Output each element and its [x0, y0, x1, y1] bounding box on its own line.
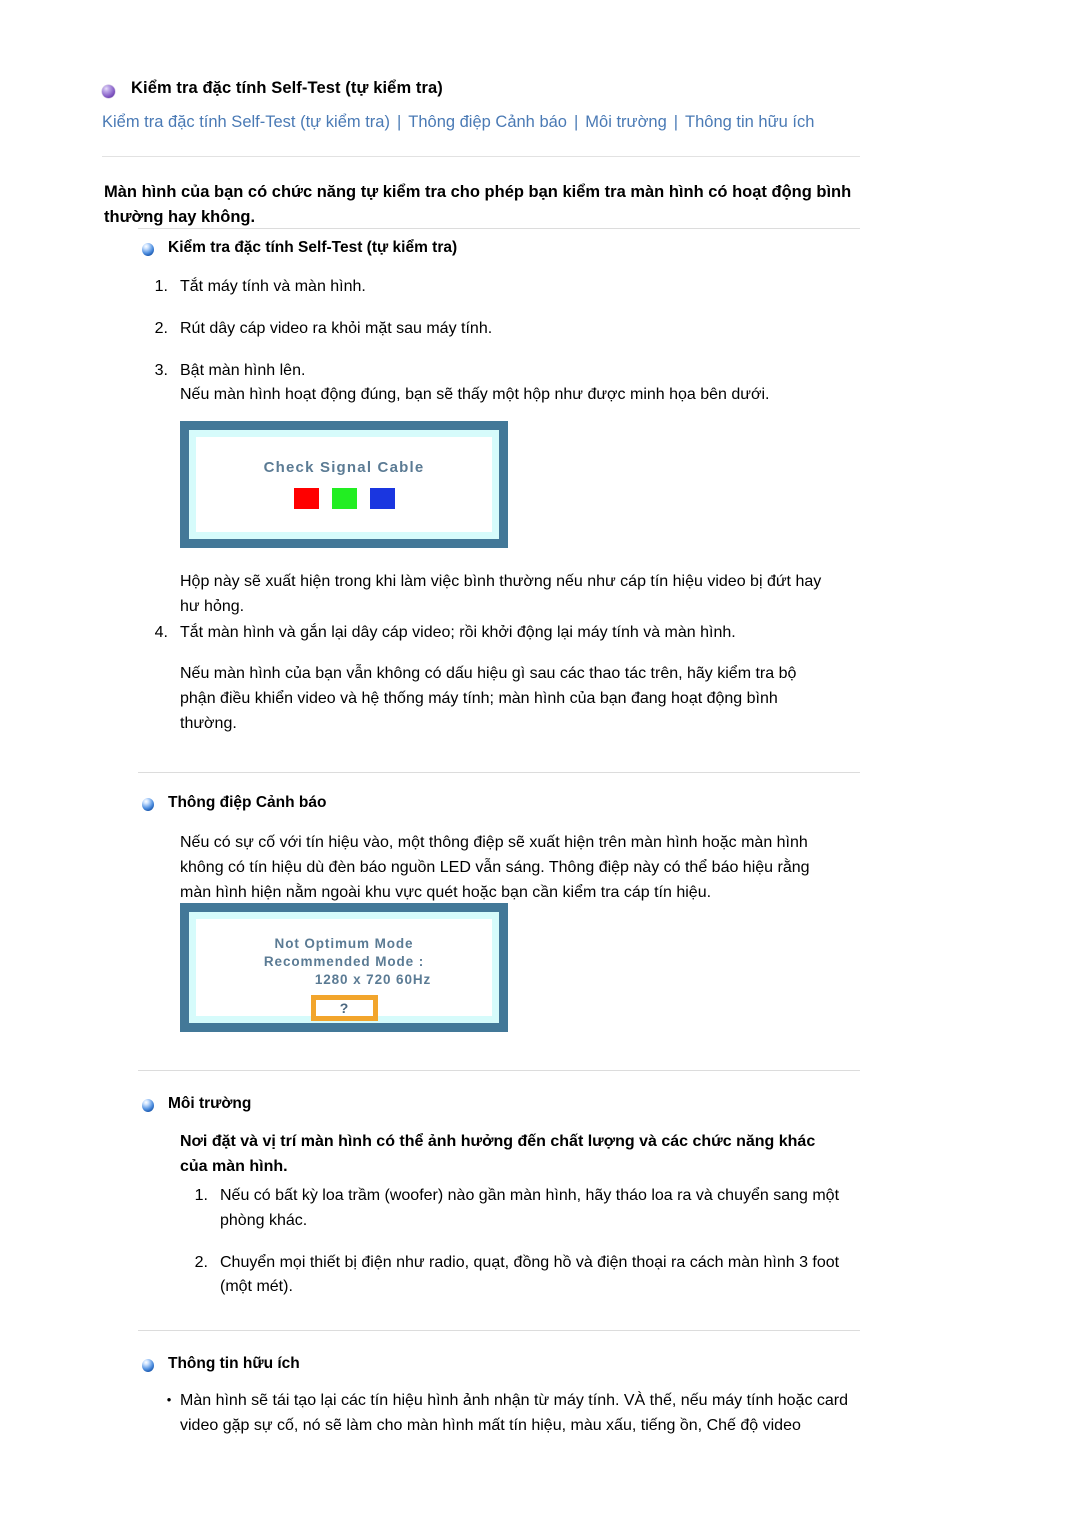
nav-link-environment[interactable]: Môi trường	[585, 113, 666, 131]
nav-separator-2: |	[573, 112, 579, 131]
osd-line-resolution: 1280 x 720 60Hz	[314, 971, 432, 987]
nav-separator-1: |	[396, 112, 402, 131]
osd-check-signal-cable-image: Check Signal Cable	[180, 421, 508, 548]
list-item-number: 2.	[154, 319, 168, 337]
divider-before-useful-info	[138, 1330, 860, 1331]
section-heading-useful-info: Thông tin hữu ích	[142, 1354, 300, 1374]
header-divider	[102, 156, 860, 157]
osd-not-optimum-mode-image: Not Optimum Mode Recommended Mode : 1280…	[180, 903, 508, 1032]
section-title-self-test: Kiểm tra đặc tính Self-Test (tự kiểm tra…	[168, 239, 458, 256]
swatch-red	[293, 488, 319, 509]
list-item: 1. Nếu có bất kỳ loa trầm (woofer) nào g…	[190, 1184, 860, 1234]
list-item-text: Màn hình sẽ tái tạo lại các tín hiệu hìn…	[180, 1392, 849, 1434]
intro-paragraph: Màn hình của bạn có chức năng tự kiểm tr…	[104, 183, 852, 227]
list-item-text: Chuyển mọi thiết bị điện như radio, quạt…	[220, 1253, 840, 1296]
list-item-number: 1.	[154, 278, 168, 295]
osd-line-not-optimum: Not Optimum Mode	[274, 936, 414, 951]
list-item: 2. Rút dây cáp video ra khỏi mặt sau máy…	[150, 317, 850, 342]
swatch-green	[331, 488, 357, 509]
list-item-text: Rút dây cáp video ra khỏi mặt sau máy tí…	[180, 319, 493, 337]
nav-link-warning-message[interactable]: Thông điệp Cảnh báo	[408, 113, 567, 131]
page-title: Kiểm tra đặc tính Self-Test (tự kiểm tra…	[131, 79, 443, 97]
list-item: • Màn hình sẽ tái tạo lại các tín hiệu h…	[158, 1389, 858, 1439]
list-item: 4. Tắt màn hình và gắn lại dây cáp video…	[150, 621, 850, 646]
osd-check-signal-title: Check Signal Cable	[263, 459, 425, 476]
list-item: 3. Bật màn hình lên.	[150, 359, 850, 384]
page-header: Kiểm tra đặc tính Self-Test (tự kiểm tra…	[102, 78, 862, 133]
divider-before-environment	[138, 1070, 860, 1071]
self-test-after-image-text: Hộp này sẽ xuất hiện trong khi làm việc …	[180, 573, 822, 615]
section-title-warning: Thông điệp Cảnh báo	[168, 794, 327, 811]
divider-before-warning	[138, 772, 860, 773]
nav-link-self-test[interactable]: Kiểm tra đặc tính Self-Test (tự kiểm tra…	[102, 113, 390, 131]
document-page: Kiểm tra đặc tính Self-Test (tự kiểm tra…	[0, 0, 1080, 1528]
section-heading-warning: Thông điệp Cảnh báo	[142, 793, 326, 813]
divider-before-self-test	[138, 228, 860, 229]
section-title-useful-info: Thông tin hữu ích	[168, 1355, 300, 1372]
list-item-text: Tắt màn hình và gắn lại dây cáp video; r…	[180, 624, 736, 641]
list-item-text: Nếu có bất kỳ loa trầm (woofer) nào gần …	[220, 1187, 840, 1229]
bullet-dot-icon: •	[166, 1392, 172, 1407]
list-item: 2. Chuyển mọi thiết bị điện như radio, q…	[190, 1251, 860, 1301]
list-item-number: 3.	[154, 361, 168, 379]
useful-info-list: • Màn hình sẽ tái tạo lại các tín hiệu h…	[158, 1389, 858, 1439]
osd-screen-area: Check Signal Cable	[189, 430, 499, 539]
self-test-closing-text: Nếu màn hình của bạn vẫn không có dấu hi…	[180, 665, 797, 732]
nav-link-useful-info[interactable]: Thông tin hữu ích	[685, 113, 814, 131]
section-heading-environment: Môi trường	[142, 1094, 251, 1114]
list-item: 1. Tắt máy tính và màn hình.	[150, 275, 850, 300]
list-item-number: 4.	[154, 624, 168, 641]
list-item-number: 2.	[194, 1253, 208, 1271]
section-heading-self-test: Kiểm tra đặc tính Self-Test (tự kiểm tra…	[142, 238, 457, 258]
list-item-number: 1.	[194, 1187, 208, 1204]
blue-sphere-bullet-icon	[142, 798, 154, 811]
blue-sphere-bullet-icon	[142, 1099, 154, 1112]
purple-sphere-bullet-icon	[102, 85, 115, 98]
blue-sphere-bullet-icon	[142, 243, 154, 256]
swatch-blue	[369, 488, 395, 509]
list-item-text: Tắt máy tính và màn hình.	[180, 278, 366, 295]
osd-screen-area: Not Optimum Mode Recommended Mode : 1280…	[189, 912, 499, 1023]
list-item-text: Bật màn hình lên.	[180, 361, 306, 379]
blue-sphere-bullet-icon	[142, 1359, 154, 1372]
section-title-environment: Môi trường	[168, 1095, 252, 1112]
nav-separator-3: |	[673, 112, 679, 131]
page-title-row: Kiểm tra đặc tính Self-Test (tự kiểm tra…	[102, 78, 862, 99]
osd-line-recommended: Recommended Mode :	[263, 953, 425, 969]
osd-not-optimum-lines: Not Optimum Mode Recommended Mode : 1280…	[196, 935, 492, 988]
rgb-color-swatches	[293, 488, 395, 509]
self-test-after-step3-text: Nếu màn hình hoạt động đúng, bạn sẽ thấy…	[180, 386, 770, 403]
environment-steps: 1. Nếu có bất kỳ loa trầm (woofer) nào g…	[190, 1184, 860, 1317]
warning-body-text: Nếu có sự cố với tín hiệu vào, một thông…	[180, 834, 810, 901]
self-test-steps: 1. Tắt máy tính và màn hình. 2. Rút dây …	[150, 275, 850, 400]
environment-lead-text: Nơi đặt và vị trí màn hình có thể ảnh hư…	[180, 1133, 816, 1175]
section-nav: Kiểm tra đặc tính Self-Test (tự kiểm tra…	[102, 112, 862, 133]
self-test-step4: 4. Tắt màn hình và gắn lại dây cáp video…	[150, 621, 850, 646]
osd-question-mark-box: ?	[310, 995, 378, 1022]
